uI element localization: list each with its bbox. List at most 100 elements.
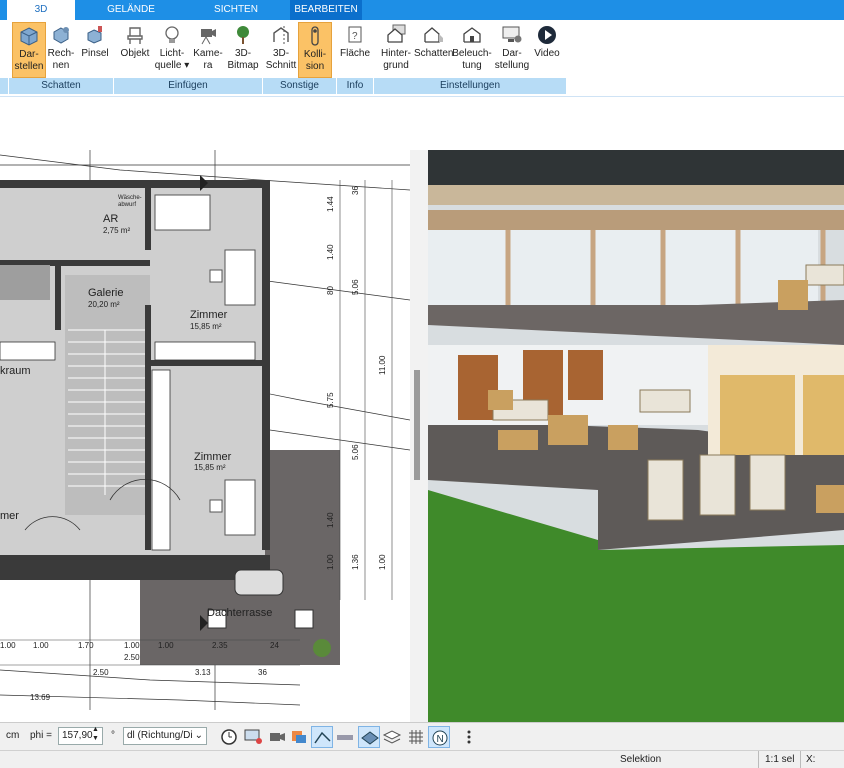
darstellung-button[interactable]: Dar- stellung [494, 22, 530, 78]
house-background-icon [387, 24, 406, 43]
room-area-zimmer-2: 15,85 m² [194, 463, 226, 472]
hintergrund-button[interactable]: Hinter- grund [378, 22, 414, 78]
button-label-line2: quelle ▾ [154, 60, 190, 71]
button-label-line2: Schnitt [265, 60, 297, 71]
svg-text:1.36: 1.36 [351, 554, 360, 570]
button-label-line2: stellung [494, 60, 530, 71]
tree-icon [237, 26, 249, 44]
button-label-line1: Objekt [120, 48, 150, 59]
button-label-line1: Video [534, 48, 560, 59]
cube-render-icon [53, 27, 69, 44]
svg-text:5.75: 5.75 [326, 392, 335, 408]
button-label-line1: Beleuch- [452, 48, 492, 59]
button-label-line1: Dar- [502, 48, 522, 59]
group-schatten: Schatten [9, 78, 113, 94]
darstellen-button[interactable]: Dar- stellen [12, 22, 46, 78]
floor-stack-icon[interactable] [381, 726, 403, 748]
status-bar: Selektion 1:1 sel X: [0, 750, 844, 768]
rechnen-button[interactable]: Rech- nen [46, 22, 76, 78]
camera-icon [201, 29, 216, 45]
svg-text:2.50: 2.50 [124, 653, 140, 662]
section-icon [273, 26, 289, 44]
svg-text:1.70: 1.70 [78, 641, 94, 650]
button-label-line1: Hinter- [380, 48, 411, 59]
person-icon [311, 26, 319, 46]
measure-icon[interactable] [311, 726, 333, 748]
status-mode: Selektion [620, 754, 662, 765]
brush-cube-icon [87, 26, 102, 44]
chair-icon [127, 27, 143, 44]
svg-text:1.00: 1.00 [158, 641, 174, 650]
room-label-ar: AR [103, 213, 119, 225]
objekt-button[interactable]: Objekt [118, 22, 152, 78]
flaeche-button[interactable]: ? Fläche [338, 22, 372, 78]
tab-bearbeiten[interactable]: BEARBEITEN [290, 0, 362, 20]
room-area-zimmer-1: 15,85 m² [190, 322, 222, 331]
svg-text:N: N [437, 734, 444, 745]
button-label-line2: tung [462, 60, 482, 71]
layers-color-icon[interactable] [288, 726, 310, 748]
phi-value: 157,90 [62, 730, 93, 741]
status-x-coordinate: X: [806, 754, 816, 765]
button-label-line1: 3D- [234, 48, 252, 59]
splitter-handle[interactable] [414, 370, 420, 480]
svg-text:2.50: 2.50 [93, 668, 109, 677]
button-label-line2: ra [203, 60, 213, 71]
kollision-button[interactable]: Kolli- sion [298, 22, 332, 78]
phi-label: phi = [30, 730, 52, 741]
svg-text:3.13: 3.13 [195, 668, 211, 677]
3d-bitmap-button[interactable]: 3D- Bitmap [226, 22, 260, 78]
cube-icon [20, 27, 38, 46]
north-icon[interactable]: N [428, 726, 450, 748]
group-bar-left [0, 78, 8, 94]
room-label-zimmer-2: Zimmer [194, 451, 232, 463]
3d-house-render [428, 150, 844, 722]
schatten-button[interactable]: Schatten [414, 22, 454, 78]
svg-text:13.69: 13.69 [30, 693, 51, 702]
kamera-button[interactable]: Kame- ra [192, 22, 224, 78]
svg-text:11.00: 11.00 [378, 355, 387, 375]
house-shadow-icon [424, 27, 443, 43]
room-area-galerie: 20,20 m² [88, 300, 120, 309]
room-label-zimmer-1: Zimmer [190, 309, 228, 321]
svg-text:36: 36 [351, 186, 360, 195]
button-label-line1: Dar- [19, 49, 39, 60]
lightbulb-icon [165, 26, 179, 43]
monitor-icon[interactable] [242, 726, 264, 748]
3d-view[interactable] [428, 150, 844, 722]
group-sonstige: Sonstige [263, 78, 336, 94]
clock-icon[interactable] [218, 726, 240, 748]
monitor-settings-icon [502, 26, 522, 43]
status-scale: 1:1 sel [765, 754, 795, 765]
button-label-line1: Schatten [414, 48, 454, 59]
camera-view-icon[interactable] [266, 726, 288, 748]
note-waeschabwurf: Wäsche-abwurf [118, 195, 142, 208]
house-light-icon [463, 27, 481, 43]
room-label-kraum: kraum [0, 365, 31, 377]
beleuchtung-button[interactable]: Beleuch- tung [452, 22, 492, 78]
play-icon [538, 26, 556, 44]
section-tool-icon[interactable] [334, 726, 356, 748]
lichtquelle-button[interactable]: Licht- quelle ▾ [154, 22, 190, 78]
button-label-line1: Rech- [47, 48, 75, 59]
pinsel-button[interactable]: Pinsel [78, 22, 112, 78]
unit-label: cm [6, 730, 20, 741]
plane-icon[interactable] [358, 726, 380, 748]
group-einstellungen: Einstellungen [374, 78, 566, 94]
tab-3d[interactable]: 3D [7, 0, 75, 20]
spinner-down-icon[interactable]: ▼ [92, 735, 99, 742]
tab-sichten[interactable]: SICHTEN [188, 0, 284, 20]
input-mode-value: dl (Richtung/Di [127, 730, 193, 741]
svg-text:5.06: 5.06 [351, 279, 360, 295]
spinner-up-icon[interactable]: ▲ [92, 726, 99, 733]
input-mode-select[interactable]: dl (Richtung/Di ⌄ [123, 727, 207, 745]
more-options-icon[interactable] [458, 726, 480, 748]
3d-schnitt-button[interactable]: 3D- Schnitt [264, 22, 298, 78]
floor-plan-view[interactable]: 1.00 1.00 1.70 1.00 1.00 2.35 2.50 2.50 3.13 1… [0, 150, 410, 710]
grid-icon[interactable] [405, 726, 427, 748]
svg-text:1.00: 1.00 [378, 554, 387, 570]
video-button[interactable]: Video [532, 22, 562, 78]
room-label-mer: mer [0, 510, 19, 522]
tab-gelaende[interactable]: GELÄNDE [88, 0, 174, 20]
view-splitter[interactable] [410, 150, 428, 722]
